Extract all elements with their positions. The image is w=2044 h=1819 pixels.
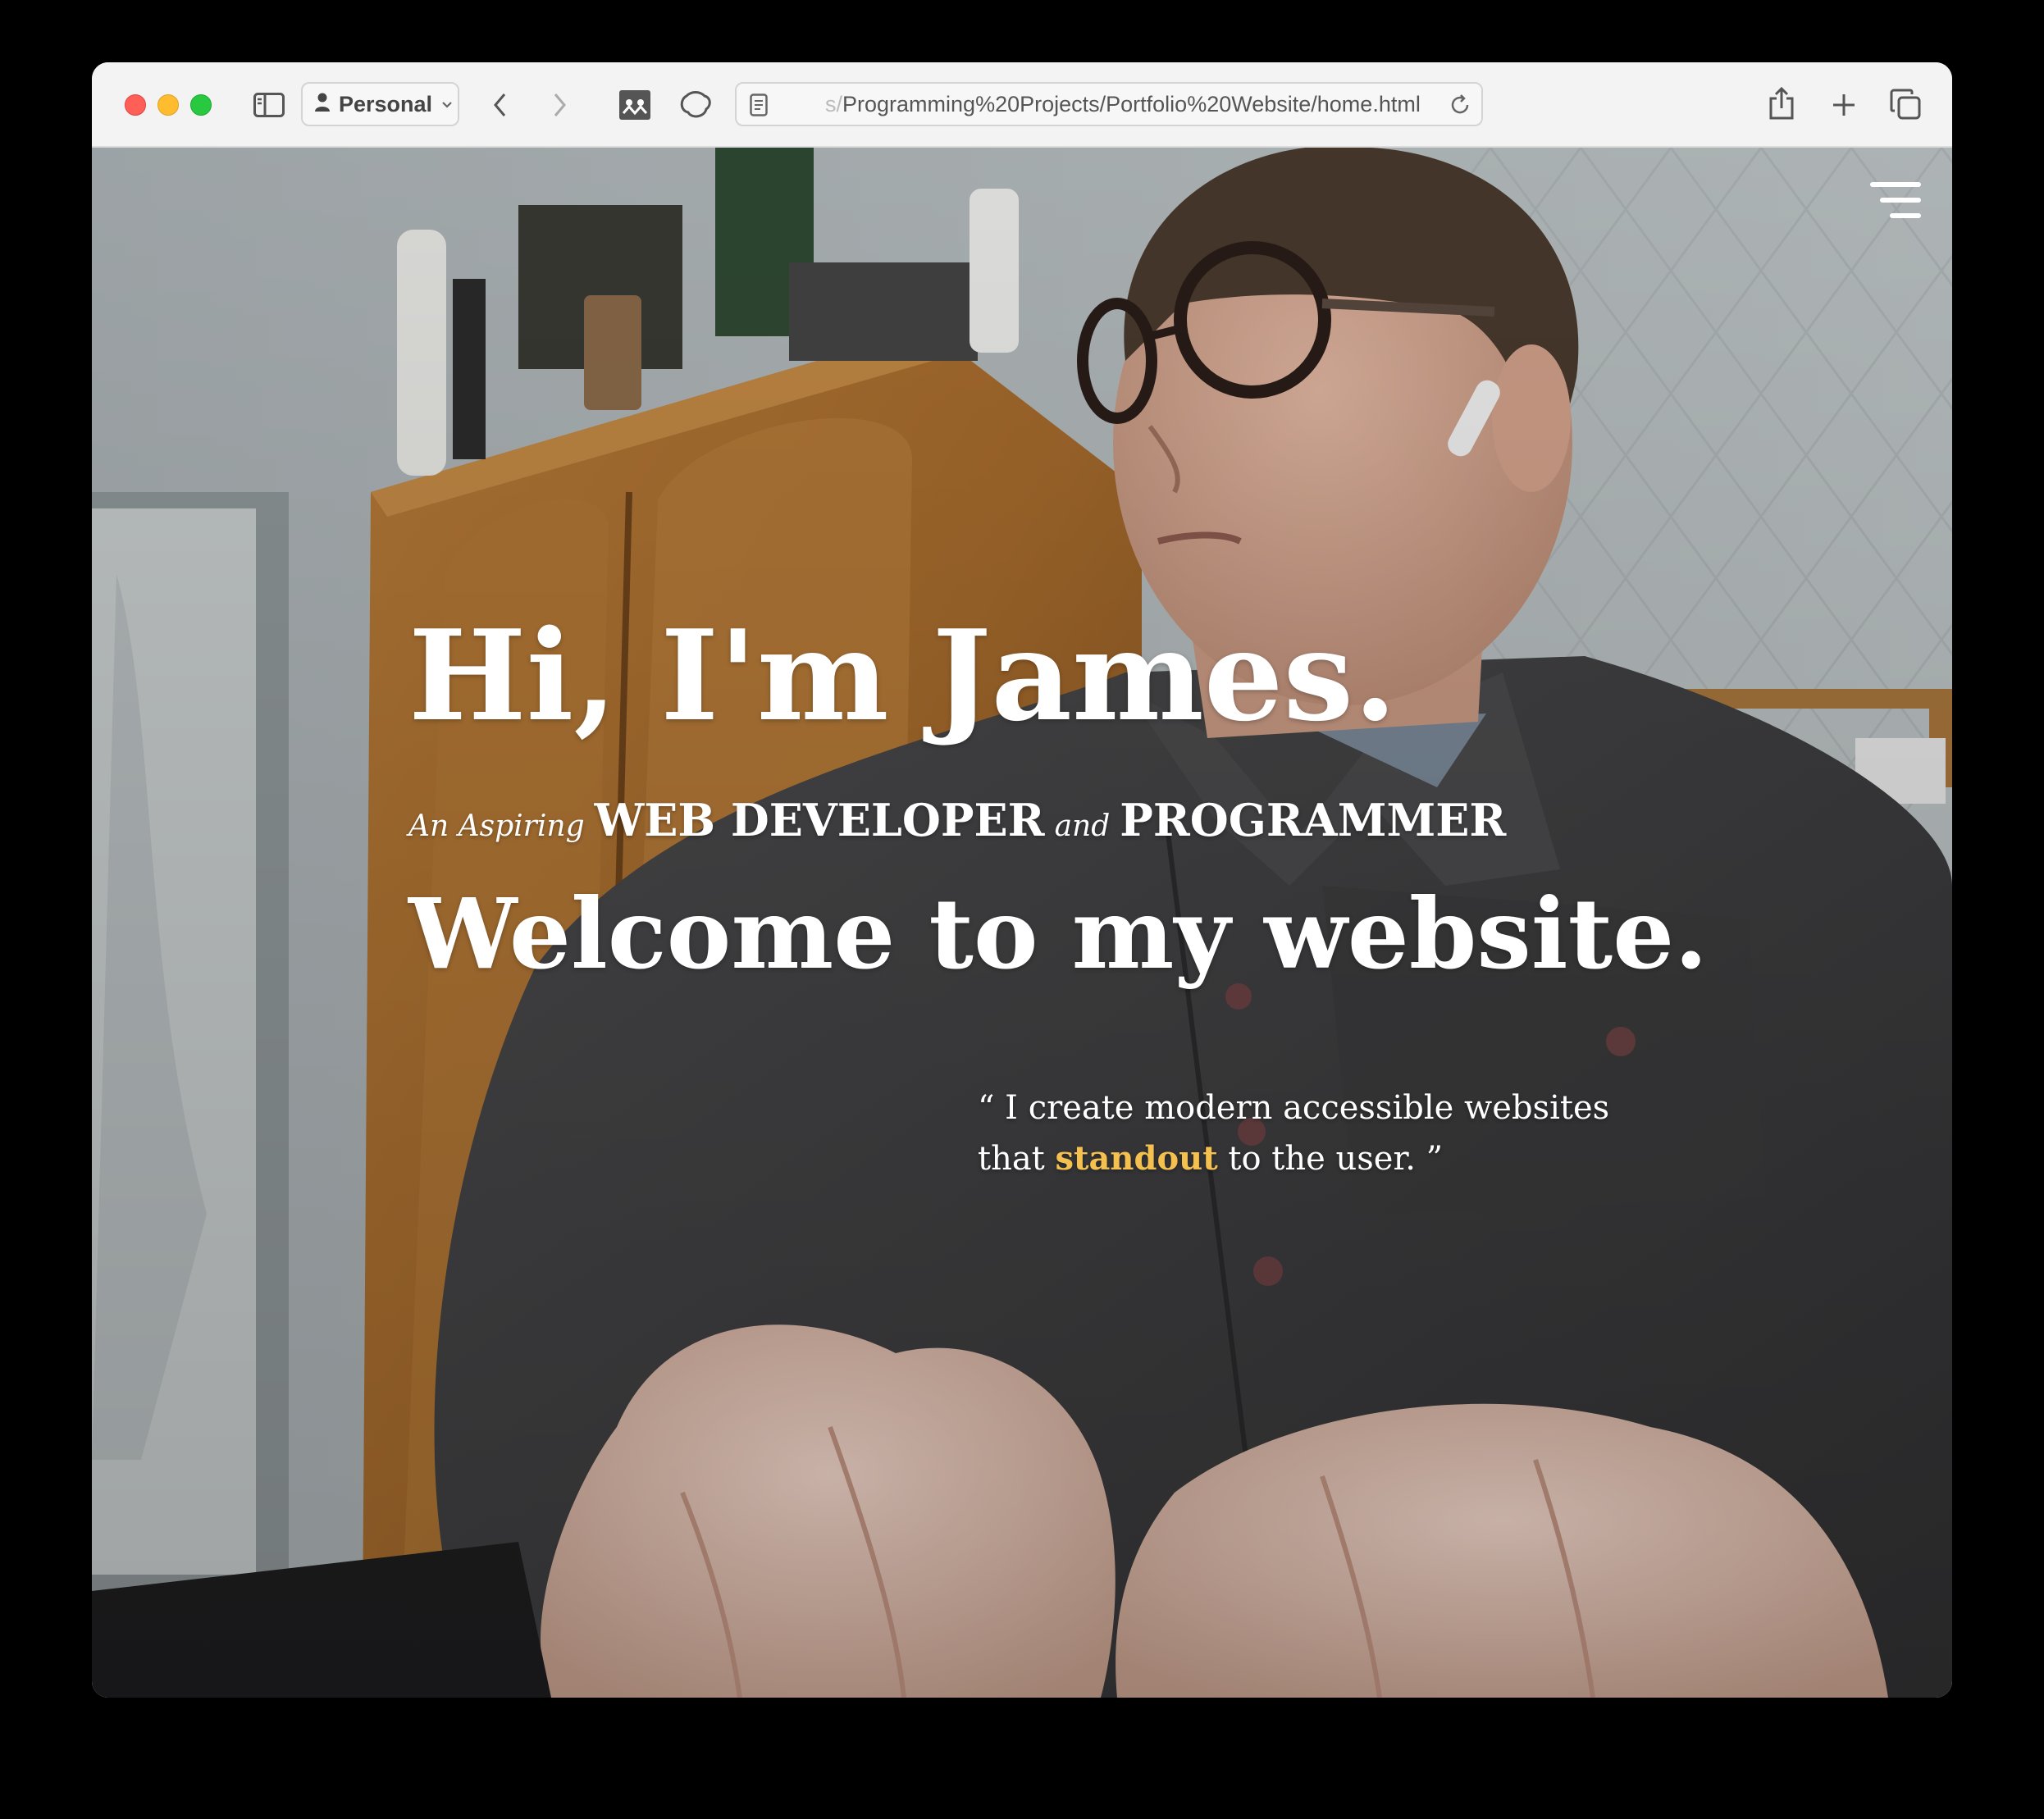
tagline-prefix: An Aspiring xyxy=(408,809,585,843)
quote-highlight: standout xyxy=(1055,1139,1218,1178)
quote-open-mark: “ xyxy=(978,1089,995,1127)
tabs-icon[interactable] xyxy=(1888,87,1923,121)
tagline-role-web-developer: WEB DEVELOPER xyxy=(594,794,1045,846)
profile-button[interactable]: Personal xyxy=(301,82,459,126)
maximize-window-button[interactable] xyxy=(190,94,212,116)
person-icon xyxy=(314,93,331,116)
forward-button[interactable] xyxy=(543,87,576,123)
browser-toolbar: Personal s/Programming%20Projects/Portfo… xyxy=(92,62,1952,148)
hero-welcome: Welcome to my website. xyxy=(408,877,1709,991)
hero-tagline: An Aspiring WEB DEVELOPER and PROGRAMMER xyxy=(408,794,1516,846)
portfolio-home-page: Hi, I'm James. An Aspiring WEB DEVELOPER a… xyxy=(92,148,1952,1698)
plus-icon[interactable] xyxy=(1827,89,1860,121)
shield-icon[interactable] xyxy=(679,89,712,121)
quote-close-mark: ” xyxy=(1426,1140,1444,1178)
address-bar[interactable]: s/Programming%20Projects/Portfolio%20Web… xyxy=(735,82,1483,126)
chevron-right-icon xyxy=(550,91,568,119)
tagline-role-programmer: PROGRAMMER xyxy=(1120,794,1507,846)
menu-line xyxy=(1880,198,1921,203)
minimize-window-button[interactable] xyxy=(157,94,179,116)
hamburger-menu-icon[interactable] xyxy=(1870,179,1921,221)
chevron-left-icon xyxy=(491,91,509,119)
url-prefix: s/ xyxy=(825,92,843,116)
browser-window: Personal s/Programming%20Projects/Portfo… xyxy=(92,62,1952,1698)
chevron-down-icon xyxy=(440,97,454,112)
tagline-conjunction: and xyxy=(1054,809,1111,843)
menu-line xyxy=(1870,182,1921,187)
quote-line-2-before: that xyxy=(978,1140,1045,1178)
close-window-button[interactable] xyxy=(125,94,146,116)
hero-quote: “ I create modern accessible websites th… xyxy=(978,1083,1609,1184)
quote-line-2: that standout to the user. ” xyxy=(978,1133,1609,1184)
url-text: s/Programming%20Projects/Portfolio%20Web… xyxy=(825,84,1421,125)
quote-line-1-text: I create modern accessible websites xyxy=(1005,1089,1610,1127)
page-icon xyxy=(750,93,768,120)
quote-line-1: “ I create modern accessible websites xyxy=(978,1083,1609,1133)
share-icon[interactable] xyxy=(1765,85,1798,121)
url-path: Programming%20Projects/Portfolio%20Websi… xyxy=(842,92,1421,116)
quote-line-2-after: to the user. xyxy=(1228,1140,1416,1178)
menu-line xyxy=(1890,213,1921,218)
profile-label: Personal xyxy=(339,91,433,116)
reload-icon[interactable] xyxy=(1449,93,1471,120)
extension-icon[interactable] xyxy=(618,89,651,121)
back-button[interactable] xyxy=(484,87,517,123)
hero-greeting: Hi, I'm James. xyxy=(408,602,1398,749)
sidebar-icon[interactable] xyxy=(253,89,285,121)
